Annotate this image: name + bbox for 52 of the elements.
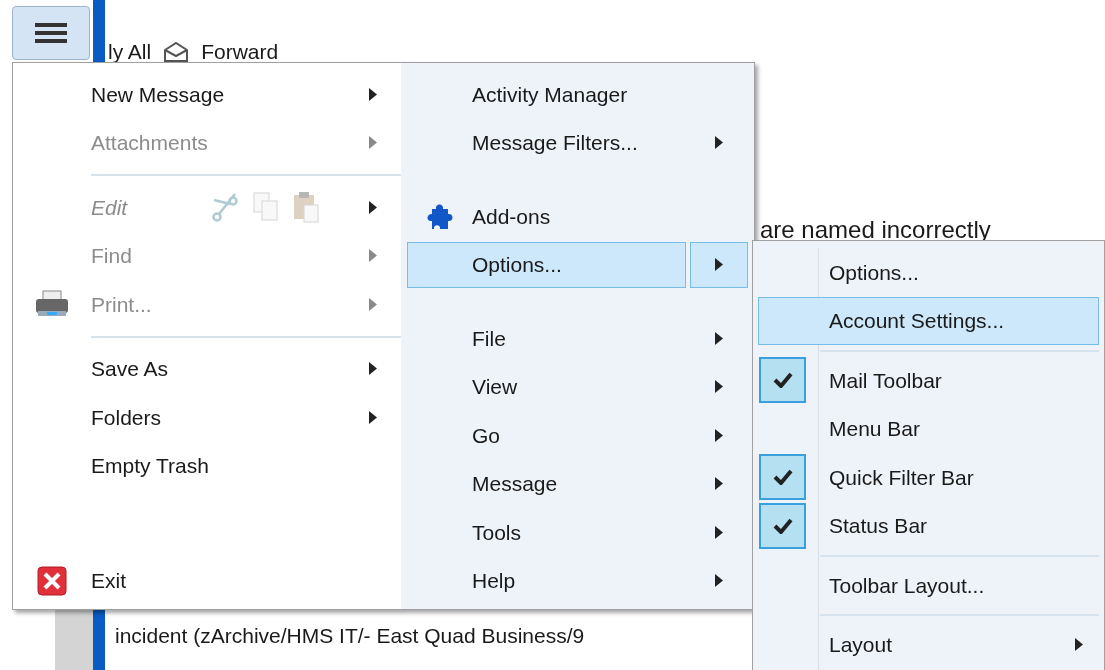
pane-background	[55, 610, 93, 670]
close-icon	[37, 565, 67, 596]
menu-item[interactable]: Save As	[13, 344, 401, 393]
menu-item[interactable]: Empty Trash	[13, 441, 401, 490]
menu-item[interactable]: Mail Toolbar	[758, 356, 1099, 405]
submenu-arrow-icon	[715, 331, 723, 345]
submenu-arrow-icon	[715, 136, 723, 150]
menu-item[interactable]: Options...	[758, 248, 1099, 297]
menu-item[interactable]: View	[407, 362, 748, 411]
menu-item[interactable]: Go	[407, 411, 748, 460]
scissors-icon	[211, 192, 239, 223]
menu-item[interactable]: Quick Filter Bar	[758, 453, 1099, 502]
menu-item[interactable]: Menu Bar	[758, 404, 1099, 453]
menu-item[interactable]: Account Settings...	[758, 296, 1099, 345]
menu-item[interactable]: Tools	[407, 508, 748, 557]
submenu-arrow-icon	[1075, 638, 1083, 652]
menu-item[interactable]: New Message	[13, 70, 401, 119]
menu-item[interactable]: Folders	[13, 393, 401, 442]
menu-item[interactable]: Message	[407, 459, 748, 508]
checkmark-icon	[772, 517, 793, 534]
menu-item[interactable]: Help	[407, 556, 748, 605]
checkmark-icon	[772, 372, 793, 389]
menu-item[interactable]: Message Filters...	[407, 118, 748, 167]
folder-path: incident (zArchive/HMS IT/- East Quad Business/9	[115, 623, 585, 649]
copy-icon	[253, 192, 279, 223]
menu-item[interactable]: Add-ons	[407, 192, 748, 241]
submenu-arrow-icon	[715, 258, 723, 272]
submenu-arrow-icon	[715, 477, 723, 491]
submenu-arrow-icon	[369, 136, 377, 150]
menu-item[interactable]: Status Bar	[758, 501, 1099, 550]
submenu-arrow-icon	[369, 249, 377, 263]
printer-icon	[35, 290, 69, 319]
menu-item[interactable]: Exit	[13, 556, 401, 605]
submenu-arrow-icon	[369, 410, 377, 424]
envelope-icon	[163, 41, 190, 62]
submenu-arrow-icon	[369, 87, 377, 101]
submenu-arrow-icon	[715, 428, 723, 442]
paste-icon	[293, 191, 319, 224]
submenu-arrow-icon	[715, 380, 723, 394]
menu-icon	[35, 22, 67, 44]
menu-item[interactable]: Toolbar Layout...	[758, 561, 1099, 610]
menu-button[interactable]	[12, 6, 90, 60]
message-text: are named incorrectly	[760, 215, 991, 245]
submenu-arrow-icon	[369, 362, 377, 376]
menu-item[interactable]: Activity Manager	[407, 70, 748, 119]
submenu-arrow-icon	[715, 525, 723, 539]
menu-item[interactable]: File	[407, 314, 748, 363]
checkmark-icon	[772, 469, 793, 486]
submenu-arrow-icon	[369, 200, 377, 214]
submenu-arrow-icon	[369, 297, 377, 311]
submenu-arrow-icon	[715, 574, 723, 588]
menu-item[interactable]: Layout	[758, 620, 1099, 669]
